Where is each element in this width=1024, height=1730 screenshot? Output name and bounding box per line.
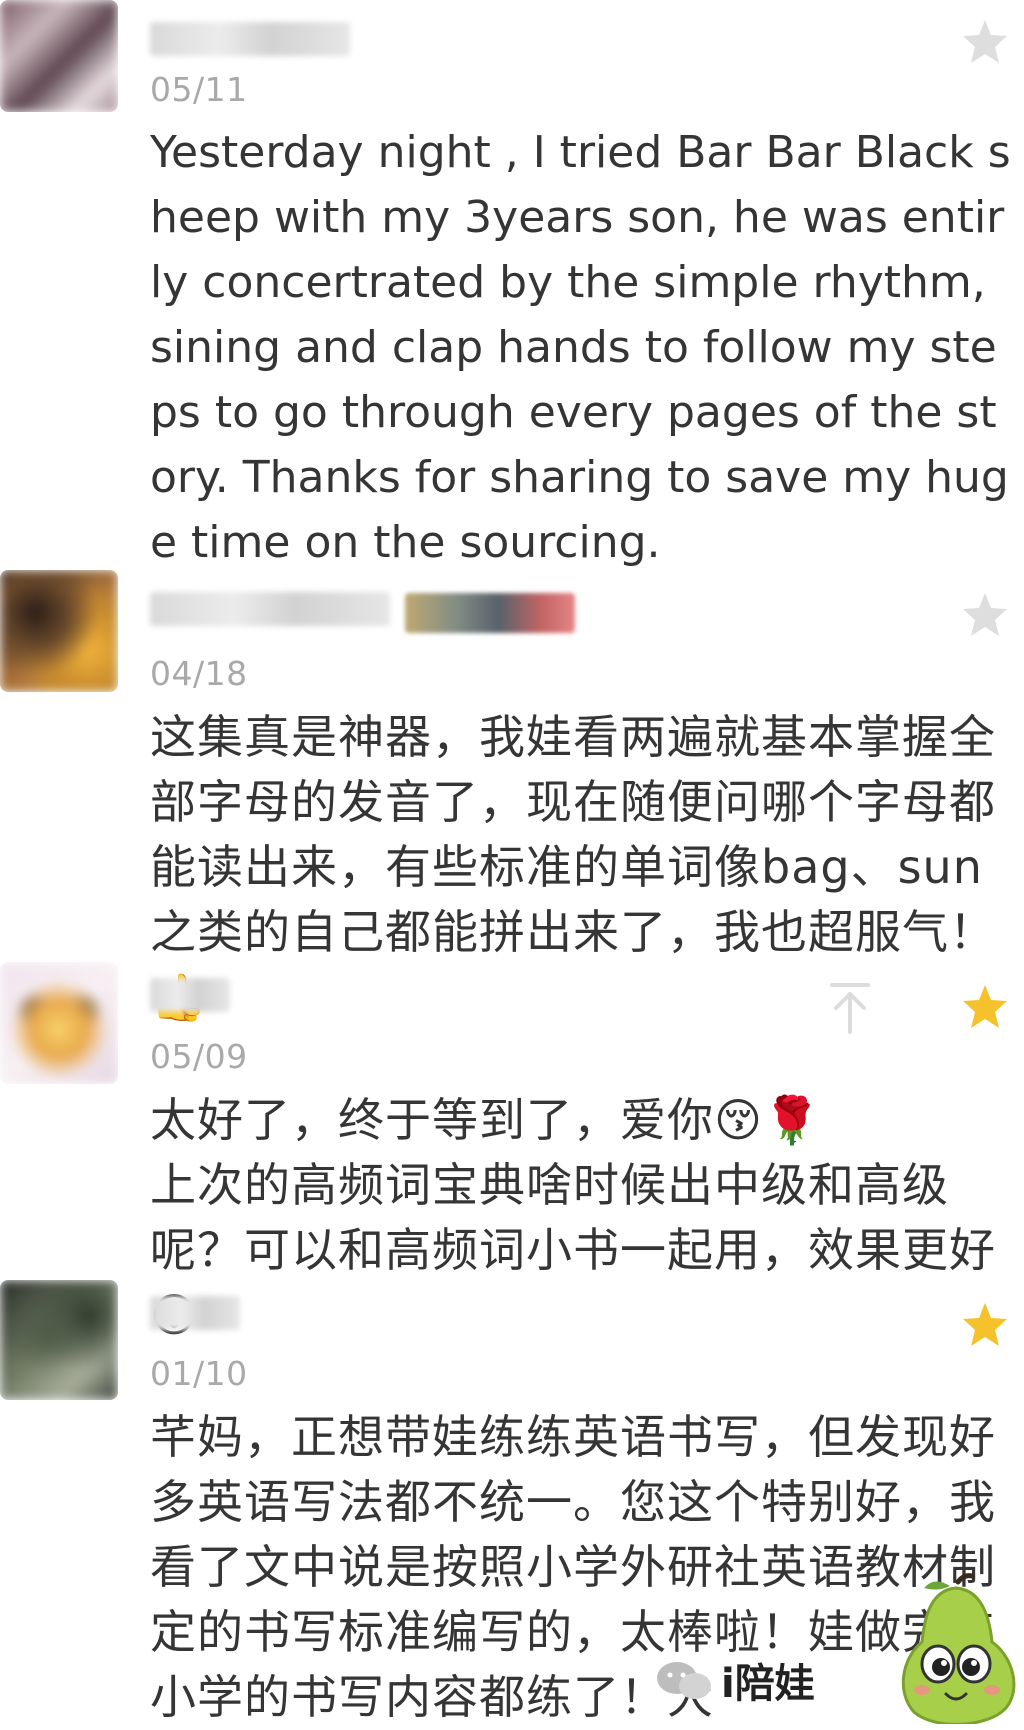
pin-top-icon[interactable] xyxy=(826,980,874,1036)
username[interactable] xyxy=(150,978,230,1012)
star-outline-icon[interactable] xyxy=(960,17,1010,67)
avatar[interactable] xyxy=(0,570,118,692)
comment-text: 这集真是神器，我娃看两遍就基本掌握全部字母的发音了，现在随便问哪个字母都能读出来… xyxy=(150,705,1015,1030)
avatar[interactable] xyxy=(0,0,118,112)
watermark-text: i陪娃 xyxy=(721,1661,815,1707)
star-filled-icon[interactable] xyxy=(960,1300,1010,1350)
star-outline-icon[interactable] xyxy=(960,590,1010,640)
wechat-icon xyxy=(657,1662,711,1699)
comment-text: Yesterday night , I tried Bar Bar Black … xyxy=(150,127,1011,568)
comment-date: 05/11 xyxy=(150,70,248,109)
comment-text-body: 上次的高频词宝典啥时候出中级和高级呢？可以和高频词小书一起用，效果更好 xyxy=(150,1158,996,1277)
user-badge xyxy=(405,593,575,633)
avatar[interactable] xyxy=(0,962,118,1084)
comment-date: 01/10 xyxy=(150,1354,248,1393)
username[interactable] xyxy=(150,592,390,626)
comment-date: 05/09 xyxy=(150,1037,248,1076)
comment-text-line1: 太好了，终于等到了，爱你 xyxy=(150,1093,714,1147)
watermark: i陪娃 xyxy=(655,1645,815,1715)
star-filled-icon[interactable] xyxy=(960,982,1010,1032)
pear-mascot-icon xyxy=(901,1573,1016,1724)
comment-date: 04/18 xyxy=(150,654,248,693)
comment-text: 芊妈，正想带娃练练英语书写，但发现好多英语写法都不统一。您这个特别好，我看了文中… xyxy=(150,1410,996,1724)
username[interactable] xyxy=(150,1296,240,1330)
comment-text-body: 这集真是神器，我娃看两遍就基本掌握全部字母的发音了，现在随便问哪个字母都能读出来… xyxy=(150,710,996,959)
comment-text: 太好了，终于等到了，爱你😚🌹 上次的高频词宝典啥时候出中级和高级呢？可以和高频词… xyxy=(150,1088,1015,1348)
avatar[interactable] xyxy=(0,1280,118,1400)
kiss-rose-emoji-icon: 😚🌹 xyxy=(714,1093,822,1147)
username[interactable] xyxy=(150,22,350,56)
